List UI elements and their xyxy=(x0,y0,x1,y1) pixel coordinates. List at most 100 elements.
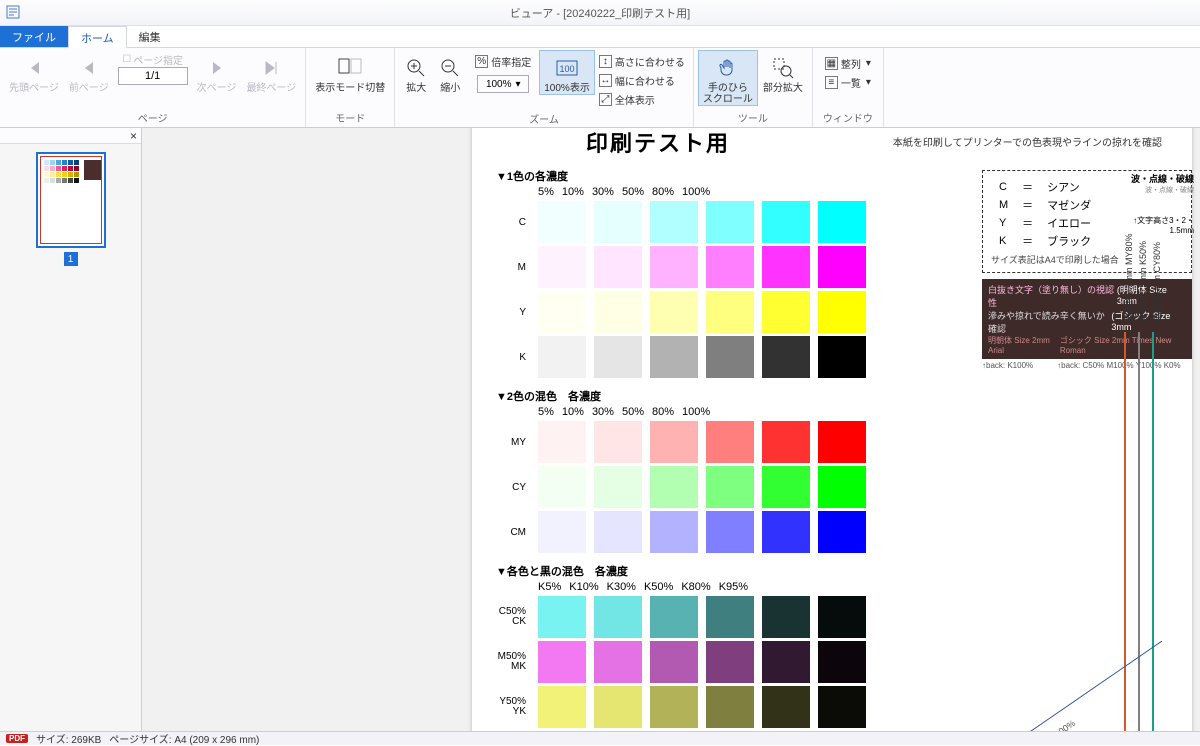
title-bar: ビューア - [20240222_印刷テスト用] xyxy=(0,0,1200,26)
document-viewport[interactable]: 印刷テスト用 本紙を印刷してプリンターでの色表現やラインの掠れを確認 C＝シアン… xyxy=(142,128,1200,731)
status-bar: PDF サイズ: 269KB ページサイズ: A4 (209 x 296 mm) xyxy=(0,731,1200,745)
thumbnail-1[interactable]: 1 xyxy=(36,152,106,266)
next-page-icon xyxy=(208,55,226,81)
swatch xyxy=(650,641,698,683)
swatch xyxy=(594,511,642,553)
swatch xyxy=(762,641,810,683)
swatch xyxy=(706,291,754,333)
zoom-combo[interactable]: 100%▾ xyxy=(477,75,529,93)
partial-zoom-icon xyxy=(772,55,794,81)
swatch xyxy=(762,686,810,728)
window-arrange-option[interactable]: ▦整列▾ xyxy=(821,54,875,73)
last-page-button[interactable]: 最終ページ xyxy=(241,50,301,95)
tab-home[interactable]: ホーム xyxy=(68,26,127,48)
swatch xyxy=(706,466,754,508)
swatch xyxy=(594,246,642,288)
zoom-100-button[interactable]: 100 100%表示 xyxy=(539,50,595,95)
swatch xyxy=(762,246,810,288)
svg-text:100: 100 xyxy=(560,64,575,74)
arrange-icon: ▦ xyxy=(825,57,838,70)
page-spec: ☐ページ指定 xyxy=(114,50,192,87)
swatch xyxy=(650,686,698,728)
swatch xyxy=(818,336,866,378)
document-page: 印刷テスト用 本紙を印刷してプリンターでの色表現やラインの掠れを確認 C＝シアン… xyxy=(472,128,1192,731)
swatch xyxy=(538,466,586,508)
zoom-out-button[interactable]: 縮小 xyxy=(433,50,467,95)
swatch xyxy=(594,466,642,508)
ribbon-group-page: 先頭ページ 前ページ ☐ページ指定 次ページ 最終ページ ページ xyxy=(0,48,306,127)
ribbon-group-zoom: 拡大 縮小 %倍率指定 100%▾ 100 100%表示 ↕高さに合わせる ↔幅… xyxy=(395,48,694,127)
zoom-ratio-option[interactable]: %倍率指定 xyxy=(471,52,535,71)
swatch xyxy=(594,686,642,728)
swatch xyxy=(538,291,586,333)
prev-page-icon xyxy=(80,55,98,81)
last-page-icon xyxy=(262,55,280,81)
zoom-out-icon xyxy=(440,55,460,81)
swatch xyxy=(538,686,586,728)
swatch xyxy=(538,421,586,463)
swatch xyxy=(594,201,642,243)
swatch xyxy=(706,421,754,463)
swatch xyxy=(650,201,698,243)
swatch xyxy=(818,201,866,243)
pdf-badge: PDF xyxy=(6,734,28,743)
swatch xyxy=(706,641,754,683)
swatch xyxy=(762,291,810,333)
swatch xyxy=(594,336,642,378)
swatch xyxy=(650,511,698,553)
page-spec-input[interactable] xyxy=(118,67,188,85)
legend-table: C＝シアン M＝マゼンダ Y＝イエロー K＝ブラック xyxy=(991,177,1099,251)
swatch xyxy=(818,511,866,553)
partial-zoom-button[interactable]: 部分拡大 xyxy=(758,50,808,95)
swatch xyxy=(594,641,642,683)
swatch xyxy=(650,336,698,378)
swatch xyxy=(706,596,754,638)
zoom-in-button[interactable]: 拡大 xyxy=(399,50,433,95)
next-page-button[interactable]: 次ページ xyxy=(192,50,242,95)
tab-strip: ファイル ホーム 編集 xyxy=(0,26,1200,48)
svg-text:K100%: K100% xyxy=(1048,718,1078,731)
swatch xyxy=(538,641,586,683)
fit-all-option[interactable]: ⤢全体表示 xyxy=(595,90,689,109)
swatch-row: CY xyxy=(496,466,1182,508)
fit-height-option[interactable]: ↕高さに合わせる xyxy=(595,52,689,71)
first-page-button[interactable]: 先頭ページ xyxy=(4,50,64,95)
status-page-size: ページサイズ: A4 (209 x 296 mm) xyxy=(109,731,259,746)
swatch xyxy=(538,246,586,288)
swatch xyxy=(762,596,810,638)
swatch xyxy=(594,421,642,463)
fit-all-icon: ⤢ xyxy=(599,93,612,106)
swatch xyxy=(594,596,642,638)
swatch xyxy=(650,291,698,333)
swatch xyxy=(650,246,698,288)
fit-width-icon: ↔ xyxy=(599,74,612,87)
ribbon: 先頭ページ 前ページ ☐ページ指定 次ページ 最終ページ ページ xyxy=(0,48,1200,128)
fit-width-option[interactable]: ↔幅に合わせる xyxy=(595,71,689,90)
zoom-100-icon: 100 xyxy=(555,55,579,81)
swatch xyxy=(706,201,754,243)
ribbon-group-mode: 表示モード切替 モード xyxy=(306,48,395,127)
hand-icon xyxy=(717,55,739,81)
swatch xyxy=(538,596,586,638)
thumbnail-number: 1 xyxy=(64,252,78,266)
swatch xyxy=(818,596,866,638)
swatch-row: MY xyxy=(496,421,1182,463)
swatch xyxy=(594,291,642,333)
thumbnail-pane-close[interactable]: × xyxy=(0,128,141,144)
prev-page-button[interactable]: 前ページ xyxy=(64,50,114,95)
display-mode-icon xyxy=(337,55,363,81)
swatch xyxy=(818,291,866,333)
status-size: サイズ: 269KB xyxy=(36,731,101,746)
swatch xyxy=(762,466,810,508)
swatch xyxy=(538,201,586,243)
page-spec-icon: ☐ xyxy=(122,54,131,65)
tab-edit[interactable]: 編集 xyxy=(127,26,173,47)
swatch xyxy=(650,466,698,508)
hand-scroll-button[interactable]: 手のひら スクロール xyxy=(698,50,758,106)
first-page-icon xyxy=(25,55,43,81)
display-mode-button[interactable]: 表示モード切替 xyxy=(310,50,390,95)
window-list-option[interactable]: ≡一覧▾ xyxy=(821,73,875,92)
swatch xyxy=(818,466,866,508)
tab-file[interactable]: ファイル xyxy=(0,26,68,47)
diagonal-line: K100% xyxy=(1002,641,1162,731)
